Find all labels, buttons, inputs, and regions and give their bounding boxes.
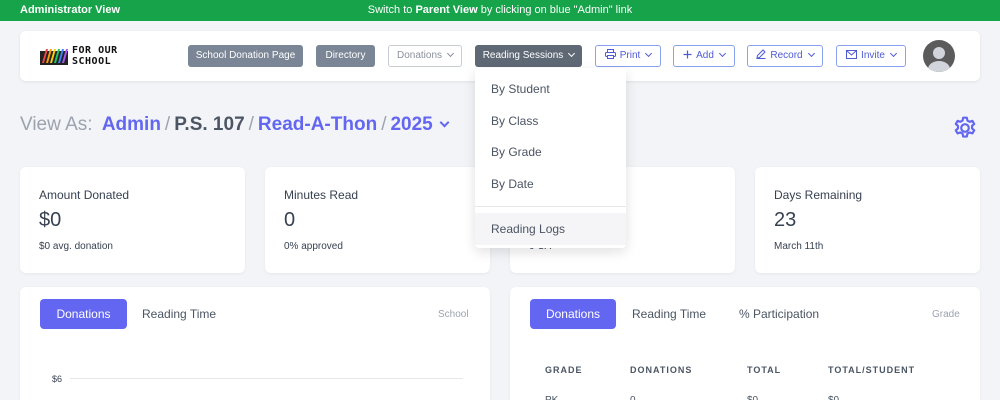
school-label: School [438,309,469,320]
logo-text: FOR OUR SCHOOL [72,45,118,67]
amount-donated-card: Amount Donated $0 $0 avg. donation [20,167,245,273]
column-header[interactable]: TOTAL/STUDENT [828,365,915,375]
for-our-school-logo[interactable]: FOR OUR SCHOOL [40,45,130,69]
add-dropdown[interactable]: Add [673,45,735,67]
tab-donations[interactable]: Donations [40,299,127,329]
logo-rainbow-icon [40,49,68,65]
settings-gear-icon[interactable] [952,115,978,141]
school-chart-panel: Donations Reading Time School $6 [20,287,490,400]
card-value: $0 [39,209,62,231]
grade-table-panel: Donations Reading Time % Participation G… [510,287,980,400]
card-subtext: 0% approved [284,241,343,252]
days-remaining-card: Days Remaining 23 March 11th [755,167,980,273]
table-cell: $0 [828,395,839,400]
record-dropdown[interactable]: Record [747,45,823,67]
minutes-read-card: Minutes Read 0 0% approved [265,167,490,273]
chevron-down-icon [568,49,576,58]
chevron-down-icon [645,49,653,58]
card-subtext: March 11th [774,241,824,252]
card-value: 0 [284,209,296,231]
menu-item-by-class[interactable]: By Class [475,105,626,137]
user-avatar[interactable] [923,40,955,72]
chevron-down-icon [807,49,815,58]
table-cell: $0 [747,395,758,400]
tab-reading-time[interactable]: Reading Time [142,299,216,329]
card-label: Minutes Read [284,188,359,202]
grade-label: Grade [932,309,960,320]
menu-item-reading-logs[interactable]: Reading Logs [475,213,626,245]
card-label: Days Remaining [774,188,863,202]
column-header[interactable]: TOTAL [747,365,781,375]
menu-item-by-date[interactable]: By Date [475,168,626,200]
menu-item-by-student[interactable]: By Student [475,73,626,105]
menu-divider [475,206,626,207]
tab-reading-time[interactable]: Reading Time [632,299,706,329]
admin-link[interactable]: Admin [102,114,161,135]
chevron-down-icon [718,49,726,58]
table-cell: PK [545,395,558,400]
card-value: 23 [774,209,797,231]
admin-banner: Administrator View Switch to Parent View… [0,0,1000,21]
menu-item-by-grade[interactable]: By Grade [475,136,626,168]
invite-dropdown[interactable]: Invite [836,45,906,67]
chart-gridline [70,378,463,379]
school-donation-page-button[interactable]: School Donation Page [188,45,303,67]
column-header[interactable]: DONATIONS [630,365,692,375]
directory-button[interactable]: Directory [316,45,375,67]
card-subtext: $0 avg. donation [39,241,113,252]
view-as-label: View As: [20,114,93,135]
tab-participation[interactable]: % Participation [739,299,819,329]
chevron-down-icon[interactable] [439,117,450,128]
donations-dropdown[interactable]: Donations [388,45,462,67]
printer-icon [604,49,616,60]
column-header[interactable]: GRADE [545,365,583,375]
reading-sessions-menu: By Student By Class By Grade By Date Rea… [475,68,626,248]
table-cell: 0 [630,395,636,400]
reading-sessions-dropdown[interactable]: Reading Sessions [475,45,582,67]
event-link[interactable]: Read-A-Thon [258,114,377,135]
y-axis-tick: $6 [52,374,63,384]
card-label: Amount Donated [39,188,130,202]
envelope-icon [846,49,858,59]
switch-view-hint: Switch to Parent View by clicking on blu… [367,4,633,16]
chevron-down-icon [889,49,897,58]
pencil-icon [756,49,767,60]
print-dropdown[interactable]: Print [595,45,661,67]
plus-icon [683,50,692,59]
view-as-breadcrumb: View As: Admin / P.S. 107/Read-A-Thon/2025 [20,114,450,136]
school-name: P.S. 107 [174,114,245,135]
chevron-down-icon [446,49,455,58]
user-icon [928,47,950,72]
year-selector[interactable]: 2025 [390,114,432,135]
tab-donations[interactable]: Donations [530,299,616,329]
